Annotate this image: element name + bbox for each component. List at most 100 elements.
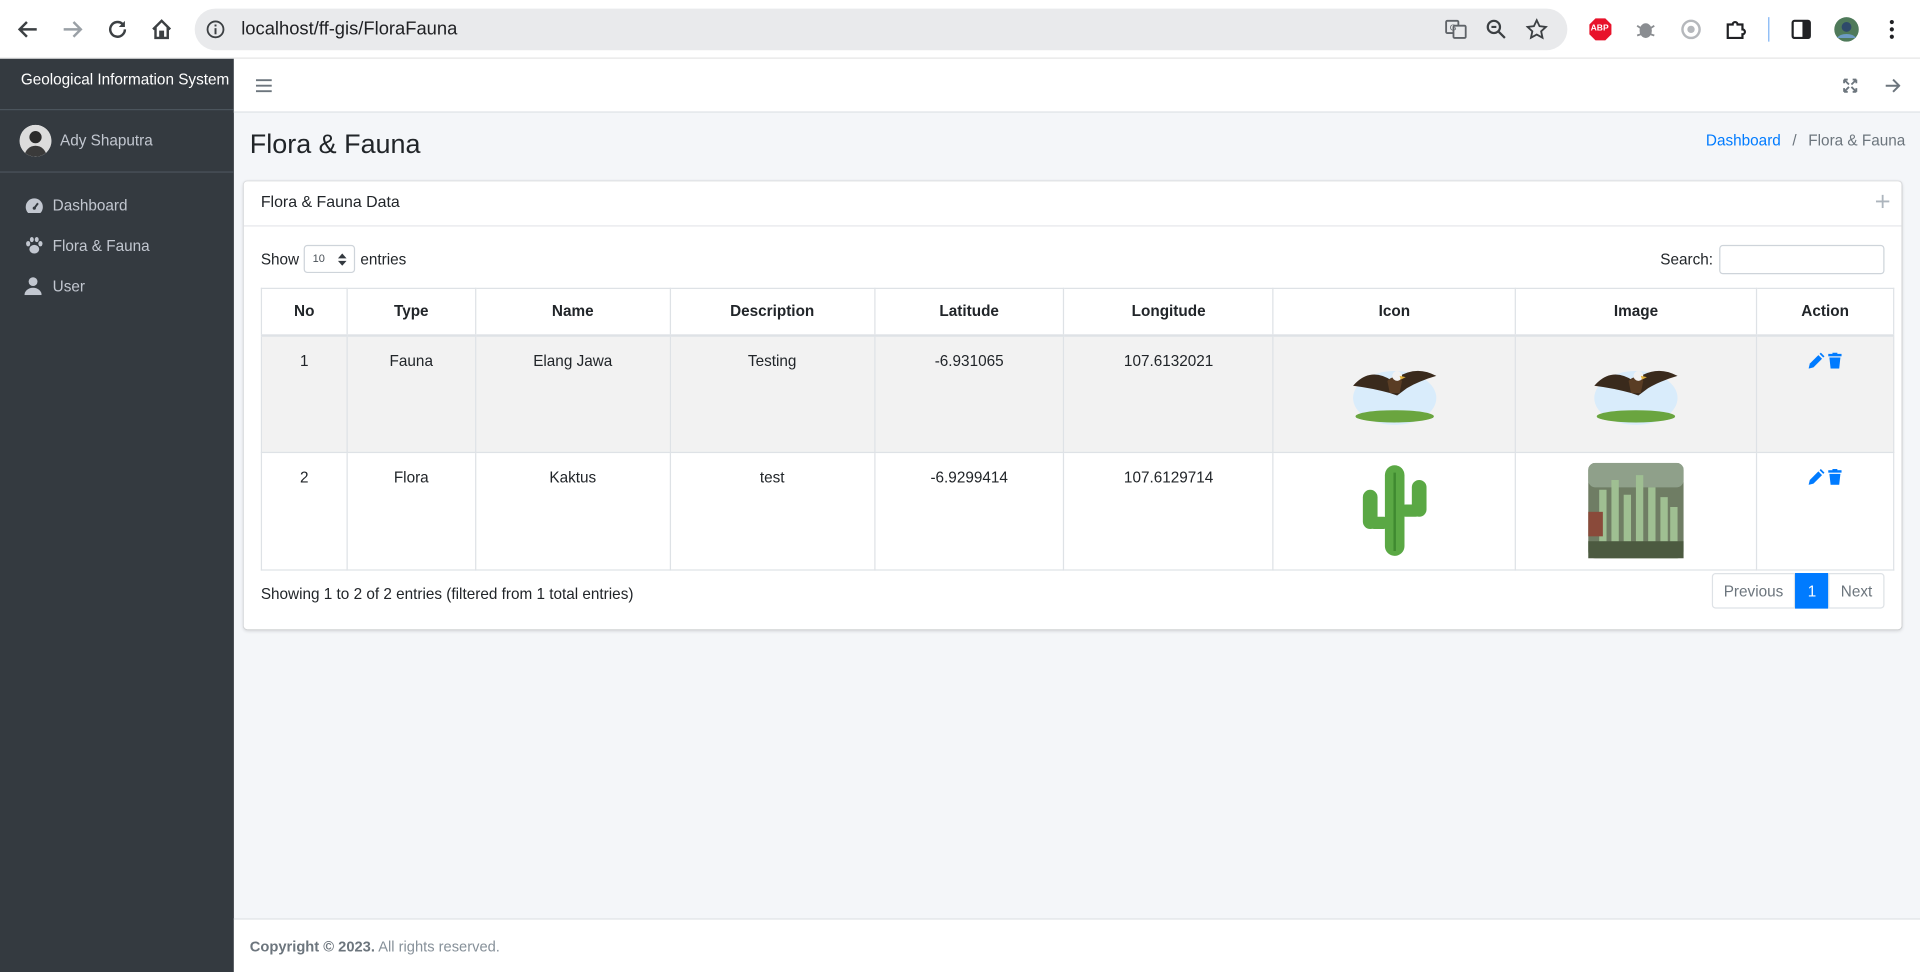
table-header-row: No Type Name Description Latitude Longit… xyxy=(260,287,1895,337)
select-arrows-icon xyxy=(338,253,347,268)
cell-name: Elang Jawa xyxy=(474,334,671,454)
user-name[interactable]: Ady Shaputra xyxy=(60,132,153,149)
column-header-name[interactable]: Name xyxy=(474,287,671,337)
pagination: Previous 1 Next xyxy=(1711,573,1885,609)
delete-trash-icon[interactable] xyxy=(1828,468,1842,489)
sidebar: Geological Information System Ady Shaput… xyxy=(0,58,234,972)
column-header-icon[interactable]: Icon xyxy=(1272,287,1517,337)
translate-icon[interactable]: G xyxy=(1445,18,1467,46)
cactus-photo-image xyxy=(1588,462,1684,559)
cell-type: Flora xyxy=(346,451,477,571)
pagination-previous-button[interactable]: Previous xyxy=(1711,573,1796,609)
sidebar-item-flora-fauna[interactable]: Flora & Fauna xyxy=(0,225,234,265)
cell-name: Kaktus xyxy=(474,451,671,571)
avatar[interactable] xyxy=(19,124,52,157)
cell-icon xyxy=(1272,334,1517,454)
column-header-action[interactable]: Action xyxy=(1755,287,1895,337)
breadcrumb-dashboard-link[interactable]: Dashboard xyxy=(1706,132,1781,149)
paw-icon xyxy=(24,236,46,254)
entries-select-value: 10 xyxy=(312,252,325,265)
show-label: Show xyxy=(260,250,300,268)
edit-pencil-icon[interactable] xyxy=(1808,468,1825,489)
cell-longitude: 107.6129714 xyxy=(1063,451,1274,571)
tachometer-icon xyxy=(24,197,46,214)
back-icon[interactable] xyxy=(13,15,42,44)
column-header-longitude[interactable]: Longitude xyxy=(1063,287,1274,337)
breadcrumb-separator: / xyxy=(1792,132,1797,150)
entries-length-control: Show 10 entries xyxy=(260,244,407,274)
search-label: Search: xyxy=(1660,251,1714,269)
cell-longitude: 107.6132021 xyxy=(1063,334,1274,454)
zoom-icon[interactable] xyxy=(1485,18,1507,46)
entries-select[interactable]: 10 xyxy=(304,244,356,274)
flora-fauna-table: No Type Name Description Latitude Longit… xyxy=(260,287,1895,571)
sidebar-item-dashboard[interactable]: Dashboard xyxy=(0,185,234,225)
user-panel: Ady Shaputra xyxy=(0,110,234,173)
copyright-label: Copyright © 2023. xyxy=(249,937,375,956)
site-info-icon[interactable] xyxy=(206,20,226,46)
adblock-label: ABP xyxy=(1590,24,1609,34)
eagle-image xyxy=(1594,370,1678,425)
pagination-page-button[interactable]: 1 xyxy=(1795,573,1829,609)
data-card: Flora & Fauna Data Show 10 entries Searc… xyxy=(243,181,1902,630)
column-header-image[interactable]: Image xyxy=(1514,287,1758,337)
page-title: Flora & Fauna xyxy=(249,128,421,160)
profile-avatar-icon[interactable] xyxy=(1833,16,1860,43)
cell-icon xyxy=(1272,451,1517,571)
delete-trash-icon[interactable] xyxy=(1828,352,1842,372)
hamburger-icon[interactable] xyxy=(255,77,272,99)
brand-title[interactable]: Geological Information System xyxy=(0,59,234,111)
expand-icon[interactable] xyxy=(1843,77,1858,99)
card-header: Flora & Fauna Data xyxy=(243,181,1902,227)
column-header-latitude[interactable]: Latitude xyxy=(873,287,1065,337)
side-panel-icon[interactable] xyxy=(1788,16,1815,43)
sidebar-item-label: User xyxy=(52,277,85,295)
pagination-next-button[interactable]: Next xyxy=(1828,573,1885,609)
breadcrumb-current: Flora & Fauna xyxy=(1808,132,1906,150)
browser-toolbar: localhost/ff-gis/FloraFauna G ABP xyxy=(0,0,1920,59)
sidebar-nav: Dashboard Flora & Fauna User xyxy=(0,185,234,306)
svg-text:G: G xyxy=(1450,23,1457,33)
cell-description: Testing xyxy=(669,334,875,454)
kebab-menu-icon[interactable] xyxy=(1878,16,1905,43)
adblock-icon[interactable]: ABP xyxy=(1587,16,1614,43)
search-input[interactable] xyxy=(1719,244,1885,275)
column-header-type[interactable]: Type xyxy=(346,287,477,337)
breadcrumb: Dashboard / Flora & Fauna xyxy=(1706,132,1905,149)
edit-pencil-icon[interactable] xyxy=(1808,352,1825,372)
sidebar-item-label: Dashboard xyxy=(52,196,128,214)
copyright-text: Copyright © 2023. All rights reserved. xyxy=(250,938,500,955)
cell-latitude: -6.931065 xyxy=(873,334,1065,454)
sidebar-item-label: Flora & Fauna xyxy=(52,236,150,255)
reload-icon[interactable] xyxy=(103,15,132,44)
cell-type: Fauna xyxy=(346,334,477,454)
bug-extension-icon[interactable] xyxy=(1632,16,1659,43)
sidebar-item-user[interactable]: User xyxy=(0,266,234,306)
address-bar[interactable]: localhost/ff-gis/FloraFauna G xyxy=(194,8,1568,51)
main-header xyxy=(233,58,1920,113)
url-text: localhost/ff-gis/FloraFauna xyxy=(241,18,458,40)
table-info: Showing 1 to 2 of 2 entries (filtered fr… xyxy=(260,585,634,603)
plus-icon[interactable] xyxy=(1872,191,1892,211)
entries-label: entries xyxy=(360,250,407,268)
eagle-image xyxy=(1352,370,1437,425)
column-header-description[interactable]: Description xyxy=(669,287,875,337)
forward-icon[interactable] xyxy=(58,15,87,44)
column-header-no[interactable]: No xyxy=(260,287,348,337)
extensions-puzzle-icon[interactable] xyxy=(1722,16,1749,43)
user-icon xyxy=(24,277,46,296)
circle-extension-icon[interactable] xyxy=(1678,16,1705,43)
table-row: 2 Flora Kaktus test -6.9299414 107.61297… xyxy=(260,451,1895,571)
home-icon[interactable] xyxy=(147,15,176,44)
cell-image xyxy=(1514,451,1758,571)
cell-no: 2 xyxy=(260,451,348,571)
arrow-right-icon[interactable] xyxy=(1884,77,1901,99)
bookmark-star-icon[interactable] xyxy=(1525,18,1549,46)
cell-no: 1 xyxy=(260,334,348,454)
table-row: 1 Fauna Elang Jawa Testing -6.931065 107… xyxy=(260,334,1895,454)
table-search: Search: xyxy=(1660,244,1885,275)
cactus-emoji-image xyxy=(1362,465,1427,556)
cell-latitude: -6.9299414 xyxy=(873,451,1065,571)
cell-description: test xyxy=(669,451,875,571)
rights-label: All rights reserved. xyxy=(374,937,500,956)
